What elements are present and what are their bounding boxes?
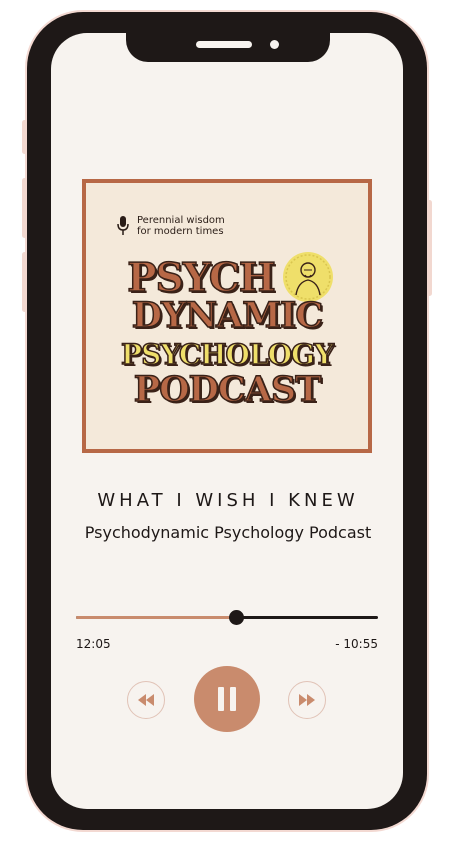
pause-icon bbox=[218, 687, 236, 711]
cover-word-3: PSYCHOLOGY bbox=[120, 337, 334, 372]
fast-forward-button[interactable] bbox=[288, 681, 326, 719]
elapsed-time: 12:05 bbox=[76, 637, 111, 651]
progress-knob[interactable] bbox=[229, 610, 245, 625]
progress-fill bbox=[76, 616, 237, 619]
podcast-name: Psychodynamic Psychology Podcast bbox=[84, 523, 372, 542]
remaining-time: - 10:55 bbox=[335, 637, 378, 651]
cover-word-2: DYNAMIC bbox=[131, 294, 324, 337]
phone-side-button bbox=[22, 252, 27, 312]
podcast-cover-art: Perennial wisdom for modern times PSYCH … bbox=[82, 179, 372, 453]
rewind-icon bbox=[138, 694, 154, 706]
front-camera bbox=[270, 40, 279, 49]
fast-forward-icon bbox=[299, 694, 315, 706]
cover-tagline: Perennial wisdom for modern times bbox=[116, 215, 257, 237]
phone-side-button bbox=[22, 178, 27, 238]
phone-side-button bbox=[427, 200, 432, 296]
rewind-button[interactable] bbox=[127, 681, 165, 719]
progress-slider[interactable] bbox=[76, 610, 378, 625]
phone-side-button bbox=[22, 120, 27, 154]
cover-tagline-text: Perennial wisdom for modern times bbox=[137, 215, 225, 237]
speaker-grille bbox=[196, 41, 252, 48]
microphone-icon bbox=[117, 216, 129, 235]
cover-word-4: PODCAST bbox=[133, 368, 322, 411]
phone-notch bbox=[126, 18, 330, 62]
pause-button[interactable] bbox=[194, 666, 260, 732]
episode-title: WHAT I WISH I KNEW bbox=[97, 490, 359, 511]
